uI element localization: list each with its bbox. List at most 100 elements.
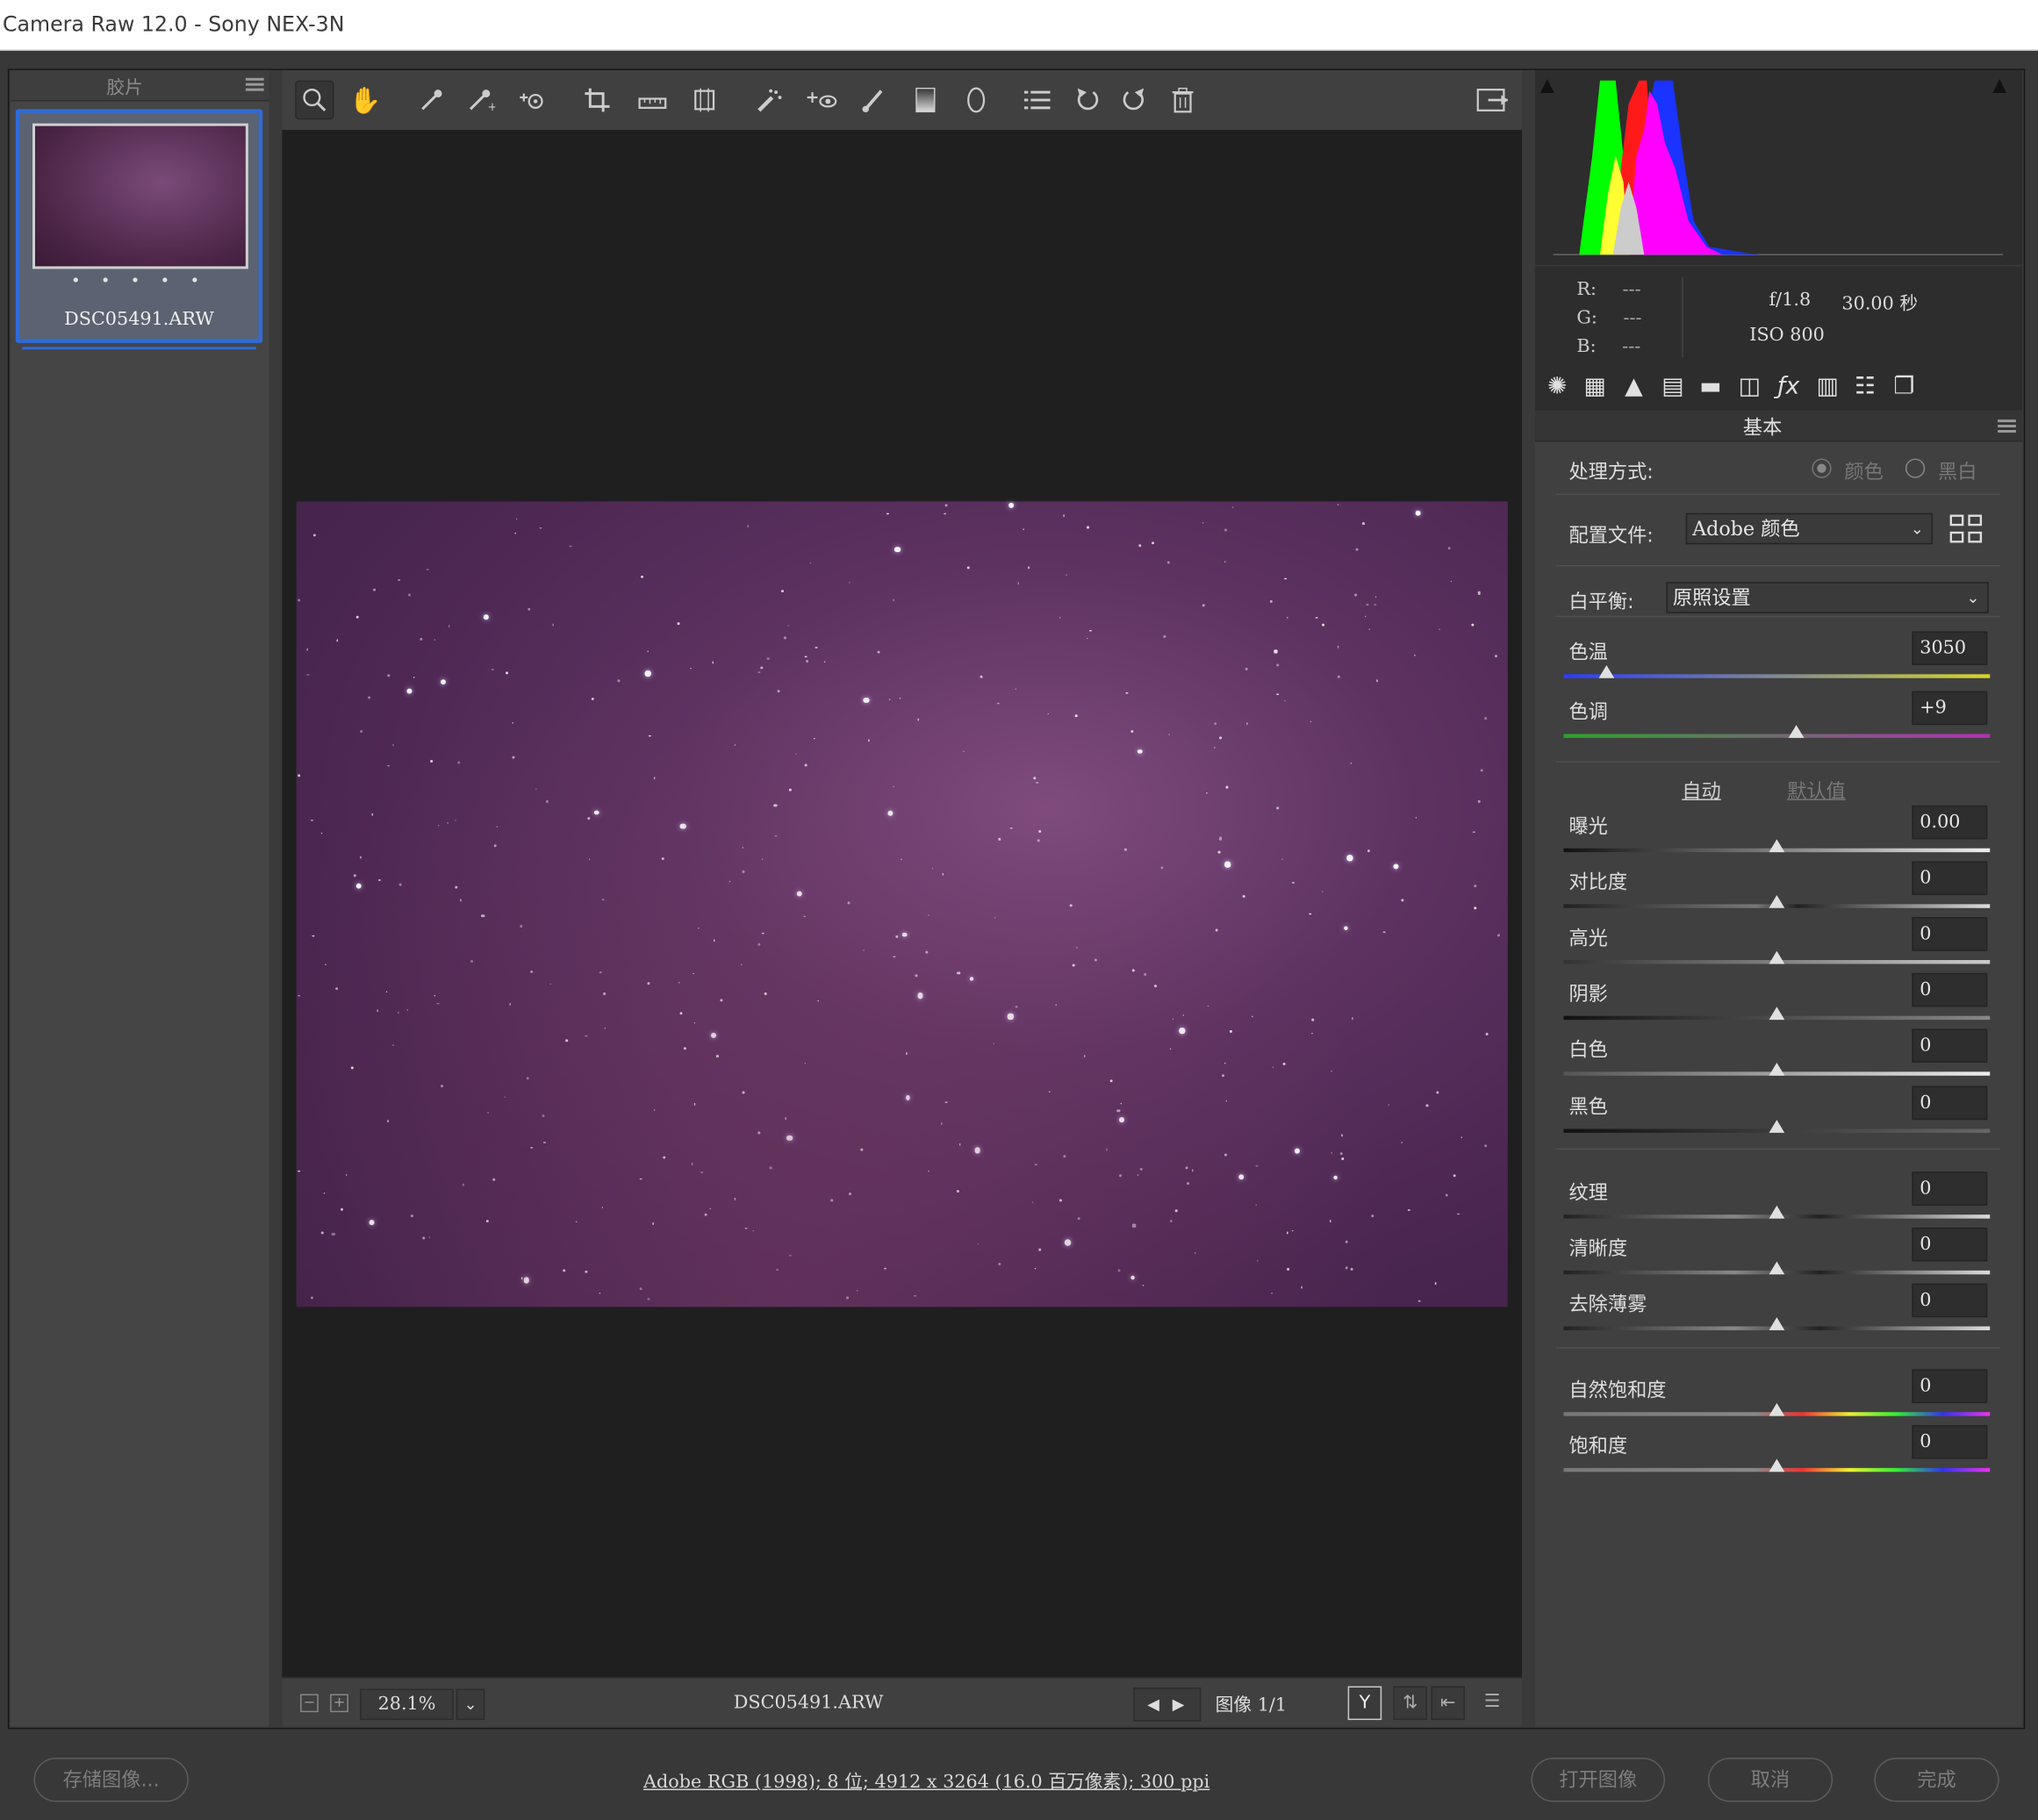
slider-value-field[interactable]: 0 xyxy=(1912,1424,1988,1459)
slider-thumb[interactable] xyxy=(1769,1458,1785,1472)
color-radio-icon[interactable] xyxy=(1812,458,1832,478)
filmstrip-thumbnail[interactable]: • • • • • DSC05491.ARW xyxy=(15,109,263,350)
radial-filter-icon[interactable] xyxy=(957,81,995,119)
star xyxy=(1036,781,1038,784)
default-button[interactable]: 默认值 xyxy=(1787,777,1846,804)
bw-radio-icon[interactable] xyxy=(1905,458,1926,478)
white-balance-dropdown[interactable]: 原照设置 ⌄ xyxy=(1666,582,1989,613)
slider-thumb[interactable] xyxy=(1769,1007,1785,1021)
tab-tone-curve-icon[interactable]: ▦ xyxy=(1578,371,1612,403)
zoom-level-field[interactable]: 28.1% xyxy=(360,1688,454,1721)
bw-radio-label[interactable]: 黑白 xyxy=(1938,457,1977,484)
zoom-out-button[interactable]: − xyxy=(300,1694,319,1713)
slider-label: 色调 xyxy=(1568,699,1608,724)
star xyxy=(1219,736,1222,740)
rating-dots[interactable]: • • • • • xyxy=(19,271,258,290)
before-after-y-icon[interactable]: Y xyxy=(1347,1686,1382,1721)
image-nav-buttons[interactable]: ◀▶ xyxy=(1133,1687,1202,1722)
slider-thumb[interactable] xyxy=(1769,894,1785,908)
copy-settings-icon[interactable]: ⇤ xyxy=(1431,1686,1465,1721)
photo-preview[interactable] xyxy=(296,501,1508,1308)
star xyxy=(446,821,449,824)
star xyxy=(1364,615,1367,618)
slider-value-field[interactable]: 0 xyxy=(1912,1283,1988,1318)
hand-tool-icon[interactable]: ✋ xyxy=(346,81,384,119)
zoom-in-button[interactable]: + xyxy=(330,1694,348,1713)
slider-track[interactable] xyxy=(1563,674,1991,678)
slider-thumb[interactable] xyxy=(1598,664,1614,678)
slider-value-field[interactable]: 0 xyxy=(1912,972,1988,1007)
slider-thumb[interactable] xyxy=(1769,1402,1785,1416)
tab-detail-icon[interactable]: ▲ xyxy=(1617,371,1651,403)
slider-thumb[interactable] xyxy=(1769,1120,1785,1133)
fullscreen-toggle-icon[interactable] xyxy=(1473,81,1511,119)
star xyxy=(694,1022,696,1024)
zoom-tool-icon[interactable] xyxy=(295,80,334,120)
transform-tool-icon[interactable] xyxy=(685,81,723,119)
image-preview-area[interactable] xyxy=(282,130,1523,1678)
view-settings-icon[interactable]: ☰ xyxy=(1475,1687,1510,1720)
star xyxy=(1063,1155,1066,1157)
profile-dropdown[interactable]: Adobe 颜色 ⌄ xyxy=(1685,512,1934,545)
color-sampler-icon[interactable]: + xyxy=(462,81,500,119)
done-button[interactable]: 完成 xyxy=(1874,1757,1999,1802)
tab-split-toning-icon[interactable]: ▬ xyxy=(1694,371,1728,403)
star xyxy=(355,883,362,889)
shadow-clipping-icon[interactable]: ▲ xyxy=(1540,75,1554,97)
adjustment-brush-icon[interactable] xyxy=(854,81,893,119)
slider-value-field[interactable]: 0 xyxy=(1912,1369,1988,1403)
profile-browser-grid-icon[interactable] xyxy=(1948,512,1984,548)
star xyxy=(796,891,802,898)
tab-hsl-icon[interactable]: ▤ xyxy=(1656,371,1690,403)
tab-effects-fx-icon[interactable]: ƒx xyxy=(1771,371,1805,403)
tab-basic-aperture-icon[interactable]: ✺ xyxy=(1540,371,1575,403)
targeted-adjustment-icon[interactable] xyxy=(513,81,552,119)
star xyxy=(1046,713,1050,715)
color-radio-label[interactable]: 颜色 xyxy=(1844,457,1883,484)
star xyxy=(712,661,714,664)
slider-value-field[interactable]: 0.00 xyxy=(1912,805,1988,840)
tab-lens-icon[interactable]: ◫ xyxy=(1733,371,1767,403)
auto-button[interactable]: 自动 xyxy=(1682,777,1720,804)
save-image-button[interactable]: 存储图像... xyxy=(33,1757,189,1802)
slider-thumb[interactable] xyxy=(1769,1205,1785,1219)
canvas-divider xyxy=(1522,69,1535,1727)
slider-value-field[interactable]: 0 xyxy=(1912,861,1988,895)
section-menu-icon[interactable] xyxy=(1998,419,2016,433)
slider-thumb[interactable] xyxy=(1769,1317,1785,1330)
trash-icon[interactable] xyxy=(1163,81,1202,119)
tab-presets-icon[interactable]: ☷ xyxy=(1848,371,1883,403)
slider-track[interactable] xyxy=(1563,734,1991,738)
tab-snapshots-icon[interactable]: ❐ xyxy=(1887,371,1921,403)
slider-value-field[interactable]: 0 xyxy=(1912,1172,1988,1206)
workflow-options-link[interactable]: Adobe RGB (1998); 8 位; 4912 x 3264 (16.0… xyxy=(643,1768,1209,1795)
slider-thumb[interactable] xyxy=(1769,839,1785,853)
slider-value-field[interactable]: +9 xyxy=(1912,691,1988,726)
cancel-button[interactable]: 取消 xyxy=(1707,1757,1833,1802)
slider-thumb[interactable] xyxy=(1769,950,1785,964)
spot-removal-icon[interactable] xyxy=(750,81,788,119)
straighten-tool-icon[interactable] xyxy=(633,81,671,119)
slider-thumb[interactable] xyxy=(1769,1261,1785,1275)
slider-label: 去除薄雾 xyxy=(1568,1292,1647,1316)
slider-value-field[interactable]: 0 xyxy=(1912,1028,1988,1063)
white-balance-tool-icon[interactable] xyxy=(412,81,450,119)
zoom-dropdown-chevron-icon[interactable]: ⌄ xyxy=(456,1688,485,1721)
slider-value-field[interactable]: 3050 xyxy=(1912,631,1988,665)
slider-value-field[interactable]: 0 xyxy=(1912,917,1988,951)
slider-thumb[interactable] xyxy=(1788,725,1805,738)
crop-tool-icon[interactable] xyxy=(578,81,617,119)
red-eye-icon[interactable] xyxy=(802,81,841,119)
slider-thumb[interactable] xyxy=(1769,1062,1785,1076)
slider-value-field[interactable]: 0 xyxy=(1912,1227,1988,1262)
open-image-button[interactable]: 打开图像 xyxy=(1531,1757,1666,1802)
swap-settings-icon[interactable]: ⇅ xyxy=(1393,1686,1428,1721)
b-label: B: xyxy=(1576,336,1597,358)
slider-value-field[interactable]: 0 xyxy=(1912,1086,1988,1121)
graduated-filter-icon[interactable] xyxy=(906,81,944,119)
tab-calibration-icon[interactable]: ▥ xyxy=(1811,371,1845,403)
rotate-right-icon[interactable] xyxy=(1114,81,1152,119)
rotate-left-icon[interactable] xyxy=(1068,81,1107,119)
filmstrip-menu-icon[interactable] xyxy=(245,77,264,91)
preferences-list-icon[interactable] xyxy=(1018,81,1057,119)
